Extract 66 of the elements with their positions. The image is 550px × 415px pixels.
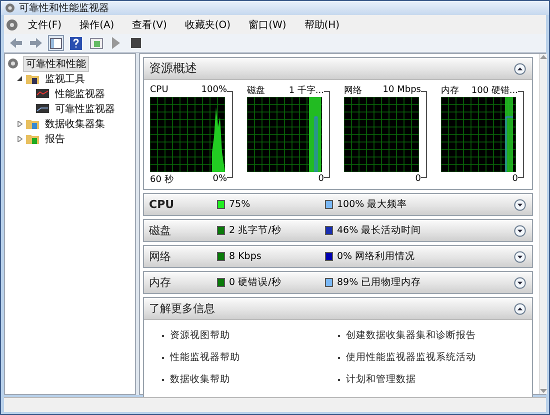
section-title: CPU xyxy=(149,198,174,211)
window-title: 可靠性和性能监视器 xyxy=(19,2,109,15)
menu-item[interactable]: 操作(A) xyxy=(72,18,122,32)
chart-icon xyxy=(36,88,49,99)
tree-item[interactable]: 性能监视器 xyxy=(52,86,108,102)
app-menu-icon[interactable] xyxy=(6,18,18,30)
expander-icon[interactable] xyxy=(17,76,23,82)
stat-text: 0 硬错误/秒 xyxy=(217,276,282,289)
graph-max-label: 1 千字... xyxy=(288,84,324,96)
stat-text: 75% xyxy=(217,199,250,210)
stat-text: 46% 最长活动时间 xyxy=(325,224,422,237)
collapse-expand-icon[interactable] xyxy=(514,224,526,236)
menu-item[interactable]: 查看(V) xyxy=(124,18,175,32)
menu-item[interactable]: 窗口(W) xyxy=(240,18,294,32)
stat-text: 0% 网络利用情况 xyxy=(325,250,416,263)
section-title: 资源概述 xyxy=(149,60,197,77)
pane-button[interactable] xyxy=(88,35,104,51)
stat-text: 100% 最大频率 xyxy=(325,198,408,211)
help-link[interactable]: 数据收集帮助 xyxy=(170,373,230,386)
graph-title: CPU xyxy=(150,85,168,95)
collapse-expand-icon[interactable] xyxy=(514,198,526,210)
time-range-label: 60 秒 xyxy=(150,174,174,186)
folder-icon xyxy=(26,133,39,144)
stat-text: 2 兆字节/秒 xyxy=(217,224,282,237)
help-link[interactable]: 性能监视器帮助 xyxy=(170,351,240,364)
graph-max-label: 10 Mbps xyxy=(382,85,421,95)
graph-max-label: 100% xyxy=(201,85,227,95)
menu-item[interactable]: 帮助(H) xyxy=(296,18,348,32)
tree-item[interactable]: 可靠性监视器 xyxy=(52,100,118,116)
collapse-expand-icon[interactable] xyxy=(514,62,526,74)
collapse-expand-icon[interactable] xyxy=(514,276,526,288)
folder-icon xyxy=(26,73,39,84)
graph-min-label: 0% xyxy=(212,174,227,184)
collapse-expand-icon[interactable] xyxy=(514,250,526,262)
graph-title: 内存 xyxy=(441,84,459,96)
help-link[interactable]: 使用性能监视器监视系统活动 xyxy=(346,351,476,364)
graph-title: 磁盘 xyxy=(247,84,265,96)
graph-min-label: 0 xyxy=(512,174,518,184)
menu-item[interactable]: 文件(F) xyxy=(20,18,70,32)
help-link[interactable]: 创建数据收集器集和诊断报告 xyxy=(346,329,476,342)
app-icon xyxy=(5,3,15,13)
tree-item[interactable]: 报告 xyxy=(42,130,68,146)
graph-title: 网络 xyxy=(344,84,362,96)
tree-item[interactable]: 监视工具 xyxy=(42,70,88,86)
section-title: 网络 xyxy=(149,250,171,263)
menu-item[interactable]: 收藏夹(O) xyxy=(176,18,239,32)
back-button[interactable] xyxy=(8,35,24,51)
graph-min-label: 0 xyxy=(415,174,421,184)
section-title: 内存 xyxy=(149,276,171,289)
section-title: 磁盘 xyxy=(149,224,171,237)
graph-max-label: 100 硬错... xyxy=(471,84,518,96)
stat-text: 8 Kbps xyxy=(217,251,262,262)
help-link[interactable]: 计划和管理数据 xyxy=(346,373,416,386)
tree-item[interactable]: 数据收集器集 xyxy=(42,116,108,132)
help-button[interactable] xyxy=(68,35,84,51)
graph-min-label: 0 xyxy=(318,174,324,184)
stat-text: 89% 已用物理内存 xyxy=(325,276,422,289)
folder-icon xyxy=(26,118,39,129)
collapse-expand-icon[interactable] xyxy=(514,302,526,314)
forward-button[interactable] xyxy=(28,35,44,51)
tree-item[interactable]: 可靠性和性能 xyxy=(23,56,89,72)
chart-icon xyxy=(36,103,49,114)
show-tree-button[interactable] xyxy=(48,35,64,51)
section-title: 了解更多信息 xyxy=(149,301,215,316)
stop-button[interactable] xyxy=(128,35,144,51)
help-link[interactable]: 资源视图帮助 xyxy=(170,329,230,342)
